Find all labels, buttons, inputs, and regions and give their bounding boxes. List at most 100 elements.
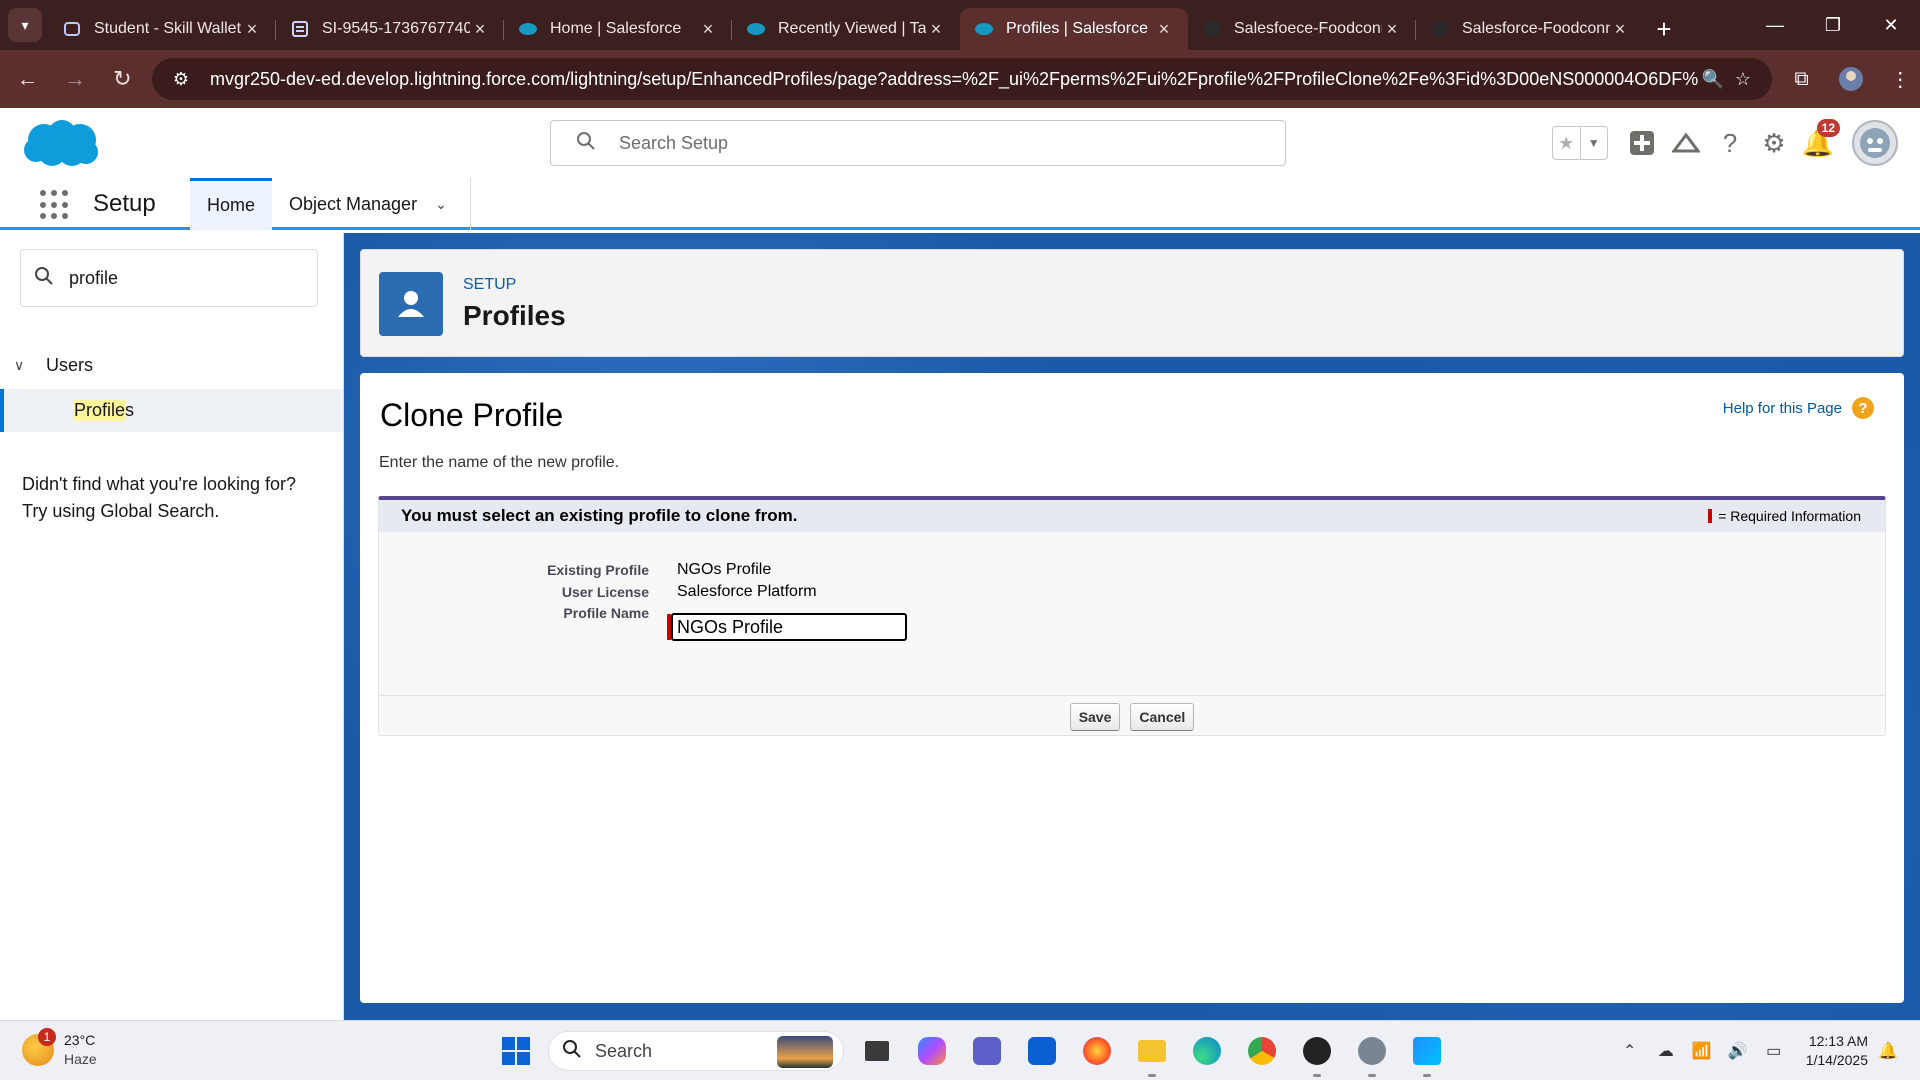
windows-start-icon[interactable] xyxy=(494,1029,538,1073)
quick-find-input[interactable]: profile xyxy=(20,249,318,307)
browser-tab[interactable]: Recently Viewed | Tas × xyxy=(732,8,960,50)
search-setup-input[interactable]: Search Setup xyxy=(550,120,1286,166)
firefox-icon[interactable] xyxy=(1075,1029,1119,1073)
weather-alert-badge: 1 xyxy=(38,1028,56,1046)
tab-title: SI-9545-1736767740 xyxy=(322,20,470,37)
edge-icon[interactable] xyxy=(1185,1029,1229,1073)
quick-find-help-text: Didn't find what you're looking for? Try… xyxy=(22,471,322,525)
weather-widget[interactable]: 1 23°C Haze xyxy=(22,1028,97,1069)
site-info-icon[interactable]: ⚙ xyxy=(166,64,196,94)
file-explorer-icon[interactable] xyxy=(1130,1029,1174,1077)
sf-app-nav: Setup Home Object Manager ⌄ xyxy=(0,178,1920,230)
media-player-icon[interactable] xyxy=(1295,1029,1339,1077)
extensions-icon[interactable]: ⧉ xyxy=(1782,59,1821,99)
chevron-down-icon[interactable]: ∨ xyxy=(14,357,32,374)
notification-bell-icon[interactable]: 🔔 xyxy=(1872,1035,1904,1067)
close-icon[interactable]: × xyxy=(470,19,490,40)
wifi-icon[interactable]: 📶 xyxy=(1686,1035,1718,1067)
browser-tab[interactable]: Student - Skill Wallet × xyxy=(48,8,276,50)
copilot-icon[interactable] xyxy=(910,1029,954,1073)
cancel-button[interactable]: Cancel xyxy=(1130,702,1195,731)
browser-tab[interactable]: Salesfoece-Foodconn × xyxy=(1188,8,1416,50)
forward-button[interactable]: → xyxy=(55,59,94,99)
user-profile-icon xyxy=(379,272,443,336)
notifications-bell-icon[interactable]: 🔔 12 xyxy=(1796,119,1840,165)
browser-tab[interactable]: Salesforce-Foodconn × xyxy=(1416,8,1644,50)
chevron-up-icon[interactable]: ⌃ xyxy=(1614,1035,1646,1067)
chevron-down-icon[interactable]: ⌄ xyxy=(435,196,447,213)
close-window-button[interactable]: ✕ xyxy=(1862,0,1920,50)
close-icon[interactable]: × xyxy=(242,19,262,40)
browser-tab[interactable]: SI-9545-1736767740 × xyxy=(276,8,504,50)
url-text[interactable]: mvgr250-dev-ed.develop.lightning.force.c… xyxy=(210,69,1698,90)
favorites-star-icon[interactable]: ★ xyxy=(1553,127,1580,159)
nav-tab-object-manager[interactable]: Object Manager ⌄ xyxy=(272,178,464,230)
close-icon[interactable]: × xyxy=(698,19,718,40)
profile-name-field xyxy=(667,613,907,641)
tab-search-button[interactable]: ▾ xyxy=(8,8,42,42)
search-highlight-image xyxy=(777,1036,833,1068)
field-label: Existing Profile xyxy=(547,562,649,578)
tree-node-users[interactable]: ∨ Users xyxy=(14,355,93,376)
page-title: Profiles xyxy=(463,300,566,331)
field-value: Salesforce Platform xyxy=(677,583,817,600)
global-actions-plus-icon[interactable] xyxy=(1620,121,1664,165)
task-view-icon[interactable] xyxy=(855,1029,899,1073)
minimize-button[interactable]: — xyxy=(1746,0,1804,50)
restore-button[interactable]: ❐ xyxy=(1804,0,1862,50)
taskbar-clock[interactable]: 12:13 AM 1/14/2025 xyxy=(1806,1032,1868,1070)
bookmark-star-icon[interactable]: ☆ xyxy=(1728,64,1758,94)
setup-sidebar: profile ∨ Users Profile s Didn't find wha… xyxy=(0,233,344,1020)
profile-avatar-icon[interactable] xyxy=(1831,59,1870,99)
photos-icon[interactable] xyxy=(1405,1029,1449,1077)
battery-icon[interactable]: ▭ xyxy=(1758,1035,1790,1067)
microsoft-store-icon[interactable] xyxy=(1020,1029,1064,1073)
help-for-this-page-link[interactable]: Help for this Page ? xyxy=(1723,397,1874,419)
volume-icon[interactable]: 🔊 xyxy=(1722,1035,1754,1067)
save-button[interactable]: Save xyxy=(1069,702,1121,731)
clone-description: Enter the name of the new profile. xyxy=(379,454,620,471)
app-name: Setup xyxy=(93,190,156,217)
weather-temperature: 23°C xyxy=(64,1032,96,1048)
help-question-icon[interactable]: ? xyxy=(1852,397,1874,419)
close-icon[interactable]: × xyxy=(1382,19,1402,40)
form-row-existing-profile: Existing Profile NGOs Profile xyxy=(379,558,1885,582)
required-information-legend: = Required Information xyxy=(1708,508,1861,524)
tree-node-profiles[interactable]: Profile s xyxy=(0,389,343,432)
favorites-dropdown-icon[interactable]: ▼ xyxy=(1579,127,1608,159)
teams-icon[interactable] xyxy=(965,1029,1009,1073)
trailhead-icon[interactable] xyxy=(1664,121,1708,165)
arrow-right-icon: → xyxy=(63,66,86,91)
back-button[interactable]: ← xyxy=(8,59,47,99)
taskbar-search-label: Search xyxy=(595,1040,653,1061)
app-launcher-waffle-icon[interactable] xyxy=(40,190,70,220)
github-icon xyxy=(1430,19,1450,39)
user-avatar[interactable] xyxy=(1852,120,1898,166)
browser-tab-active[interactable]: Profiles | Salesforce × xyxy=(960,8,1188,50)
windows-taskbar: 1 23°C Haze Search ⌃ ☁ 📶 🔊 ▭ 12:13 AM 1/… xyxy=(0,1020,1920,1080)
field-label: Profile Name xyxy=(563,605,649,621)
browser-menu-icon[interactable]: ⋮ xyxy=(1881,59,1920,99)
required-information-text: = Required Information xyxy=(1718,508,1861,524)
setup-gear-icon[interactable]: ⚙ xyxy=(1752,121,1796,165)
close-icon[interactable]: × xyxy=(1610,19,1630,40)
page-header: SETUP Profiles xyxy=(360,249,1904,357)
close-icon[interactable]: × xyxy=(926,19,946,40)
salesforce-logo[interactable] xyxy=(22,118,100,170)
help-icon[interactable]: ? xyxy=(1708,121,1752,165)
settings-gear-icon[interactable] xyxy=(1350,1029,1394,1077)
nav-tab-home[interactable]: Home xyxy=(190,178,273,230)
search-icon xyxy=(577,131,595,155)
chrome-icon[interactable] xyxy=(1240,1029,1284,1073)
tree-node-label-rest: s xyxy=(125,400,135,420)
address-bar[interactable]: ⚙ mvgr250-dev-ed.develop.lightning.force… xyxy=(151,58,1772,100)
reload-button[interactable]: ↻ xyxy=(103,59,142,99)
browser-tab[interactable]: Home | Salesforce × xyxy=(504,8,732,50)
profile-name-input[interactable] xyxy=(671,613,907,641)
search-icon xyxy=(563,1039,581,1063)
onedrive-cloud-icon[interactable]: ☁ xyxy=(1650,1035,1682,1067)
zoom-icon[interactable]: 🔍 xyxy=(1698,64,1728,94)
close-icon[interactable]: × xyxy=(1154,19,1174,40)
new-tab-button[interactable]: + xyxy=(1644,8,1684,50)
taskbar-search-box[interactable]: Search xyxy=(548,1031,844,1071)
